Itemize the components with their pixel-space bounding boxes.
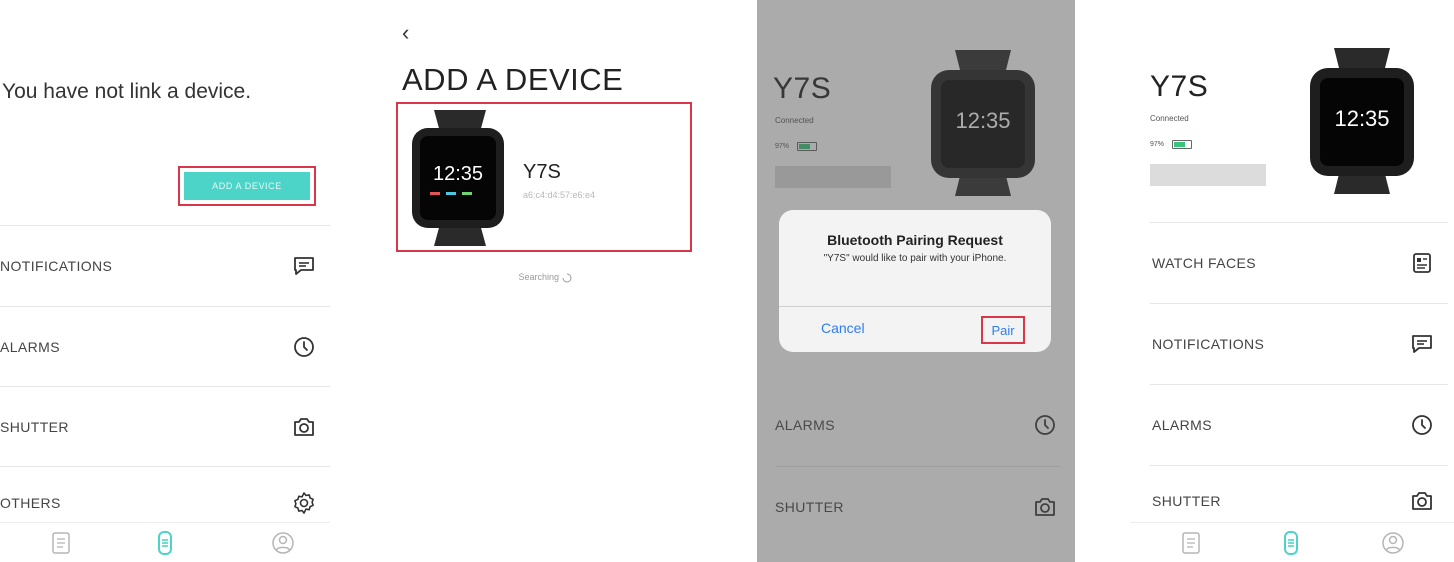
watch-time-display: 12:35 bbox=[1334, 106, 1389, 131]
smartwatch-image: 12:35 bbox=[1310, 48, 1414, 194]
dialog-title: Bluetooth Pairing Request bbox=[827, 232, 1003, 248]
device-tab-icon[interactable] bbox=[154, 531, 176, 555]
message-icon bbox=[292, 254, 316, 278]
device-name: Y7S bbox=[523, 161, 561, 183]
profile-tab-icon[interactable] bbox=[1382, 531, 1404, 555]
device-model: Y7S bbox=[1150, 70, 1209, 103]
menu-item-label: SHUTTER bbox=[0, 419, 69, 435]
watch-face-icon bbox=[1410, 251, 1434, 275]
menu-item-label: ALARMS bbox=[1152, 417, 1212, 433]
smartwatch-image: 12:35 bbox=[412, 110, 504, 246]
device-list-item[interactable]: 12:35 Y7S a6:c4:d4:57:e6:e4 bbox=[396, 102, 692, 252]
camera-icon bbox=[1410, 489, 1434, 513]
tab-bar bbox=[0, 522, 330, 562]
camera-icon bbox=[292, 415, 316, 439]
dialog-divider bbox=[779, 306, 1051, 307]
screen-device-connected: Y7S Connected 97% 12:35 WATCH FACES NOTI… bbox=[1130, 0, 1454, 562]
screen-no-device: You have not link a device. ADD A DEVICE… bbox=[0, 0, 330, 562]
watch-face-tab-icon[interactable] bbox=[50, 531, 72, 555]
connection-status: Connected bbox=[1150, 114, 1189, 123]
empty-state-title: You have not link a device. bbox=[2, 80, 252, 103]
menu-item-label: NOTIFICATIONS bbox=[0, 258, 113, 274]
menu-item-alarms[interactable]: ALARMS bbox=[0, 307, 330, 387]
device-mac-address: a6:c4:d4:57:e6:e4 bbox=[523, 190, 596, 200]
cancel-button[interactable]: Cancel bbox=[821, 320, 865, 336]
message-icon bbox=[1410, 332, 1434, 356]
screen-pairing-request: Y7S Connected 97% 12:35 ALARMS SHUTTER B… bbox=[757, 0, 1075, 562]
searching-label: Searching bbox=[518, 272, 559, 282]
clock-icon bbox=[292, 335, 316, 359]
watch-face-tab-icon[interactable] bbox=[1180, 531, 1202, 555]
menu-item-label: NOTIFICATIONS bbox=[1152, 336, 1265, 352]
battery-percent: 97% bbox=[1150, 141, 1165, 148]
pair-button[interactable]: Pair bbox=[981, 316, 1025, 344]
spinner-icon bbox=[562, 273, 572, 283]
profile-tab-icon[interactable] bbox=[272, 531, 294, 555]
dialog-message: "Y7S" would like to pair with your iPhon… bbox=[823, 253, 1007, 264]
menu-item-label: WATCH FACES bbox=[1152, 255, 1256, 271]
menu-item-watch-faces[interactable]: WATCH FACES bbox=[1152, 223, 1448, 303]
screen-add-device: ‹ ADD A DEVICE 12:35 Y7S a6:c4:d4:57:e6:… bbox=[380, 0, 710, 562]
tab-bar bbox=[1130, 522, 1454, 562]
menu-item-shutter[interactable]: SHUTTER bbox=[0, 387, 330, 467]
firmware-bar bbox=[1150, 164, 1266, 186]
add-device-highlight: ADD A DEVICE bbox=[178, 166, 316, 206]
menu-item-notifications[interactable]: NOTIFICATIONS bbox=[0, 226, 330, 306]
menu-item-notifications[interactable]: NOTIFICATIONS bbox=[1152, 304, 1448, 384]
menu-item-label: ALARMS bbox=[0, 339, 60, 355]
menu-item-label: SHUTTER bbox=[1152, 493, 1221, 509]
bluetooth-pairing-dialog: Bluetooth Pairing Request "Y7S" would li… bbox=[779, 210, 1051, 352]
device-tab-icon[interactable] bbox=[1280, 531, 1302, 555]
clock-icon bbox=[1410, 413, 1434, 437]
gear-icon bbox=[292, 491, 316, 515]
battery-icon bbox=[1172, 140, 1192, 149]
add-device-button[interactable]: ADD A DEVICE bbox=[184, 172, 310, 200]
page-title: ADD A DEVICE bbox=[402, 62, 624, 97]
watch-time-display: 12:35 bbox=[433, 163, 483, 185]
searching-status: Searching bbox=[380, 272, 710, 283]
back-button[interactable]: ‹ bbox=[402, 20, 409, 46]
menu-item-label: OTHERS bbox=[0, 495, 61, 511]
menu-item-alarms[interactable]: ALARMS bbox=[1152, 385, 1448, 465]
